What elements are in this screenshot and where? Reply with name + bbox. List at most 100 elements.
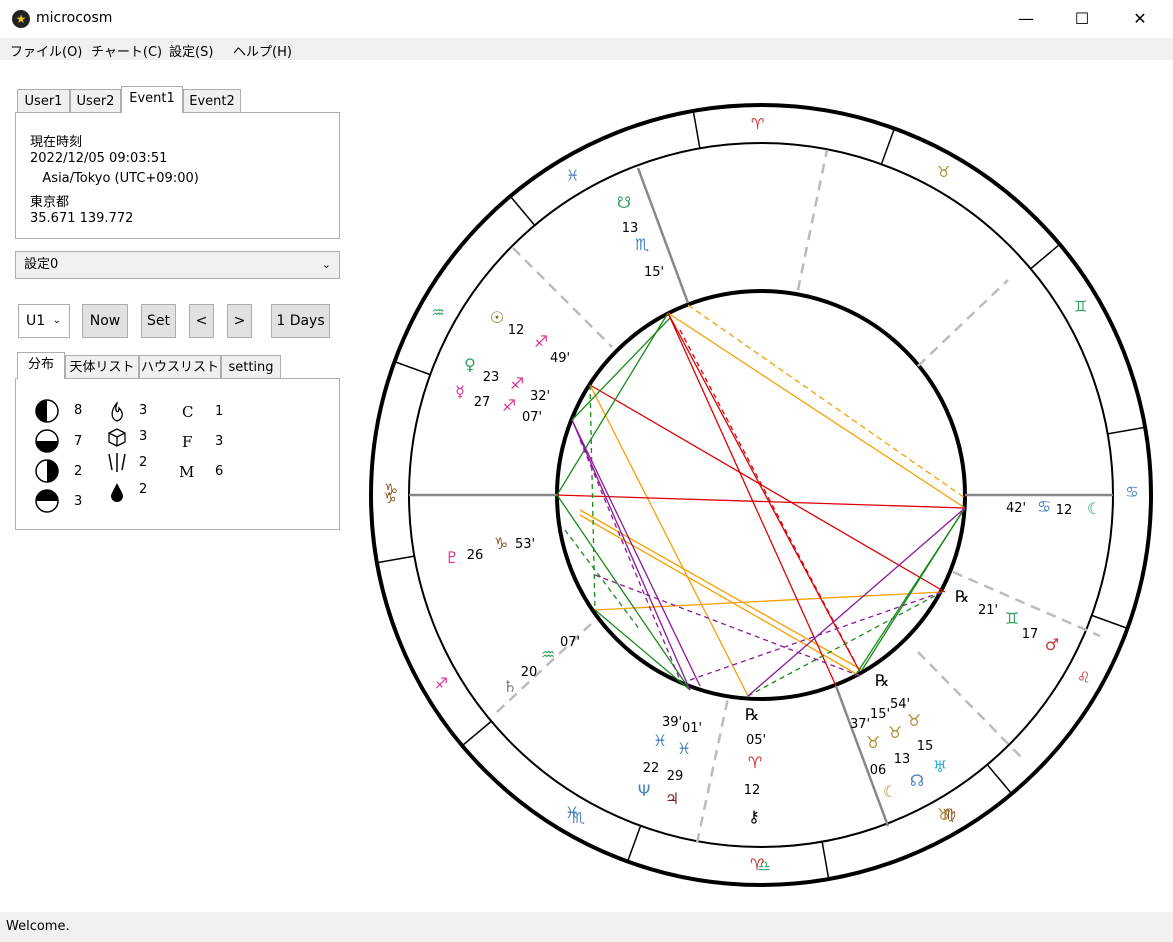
distribution-icons (35, 399, 126, 513)
title-bar: ★ microcosm — ☐ ✕ (0, 0, 1173, 38)
menu-help[interactable]: ヘルプ(H) (233, 41, 292, 60)
step-button[interactable]: 1 Days (271, 304, 330, 338)
water-icon (111, 483, 123, 502)
chart-label: ♉ (866, 733, 880, 752)
now-button[interactable]: Now (82, 304, 128, 338)
chart-planet-labels: ♈♓42' ♋ 12 ☾21' ♊17♂℞℞54'15'37' ♉♉♉ 151306 ♅☊☾♉… (384, 193, 1101, 874)
tab-user2[interactable]: User2 (70, 89, 121, 113)
house-cusp (695, 697, 730, 844)
chart-label: ♐ (510, 374, 524, 393)
chart-label: 23 (483, 370, 500, 385)
chart-label: 37' (850, 717, 870, 732)
chevron-down-icon: ⌄ (321, 258, 331, 271)
set-button[interactable]: Set (141, 304, 176, 338)
chart-label: ♀ (464, 355, 476, 374)
tab-event2[interactable]: Event2 (183, 89, 241, 113)
tab-user1[interactable]: User1 (17, 89, 70, 113)
chart-label: ☉ (490, 308, 504, 327)
hemisphere-east-icon (35, 399, 59, 423)
tab-event1[interactable]: Event1 (121, 86, 183, 113)
chart-label: 42' (1006, 501, 1026, 516)
user-select-value: U1 (26, 313, 46, 329)
water-count: 2 (139, 482, 148, 497)
house-cusp (796, 149, 829, 291)
tab-distribution[interactable]: 分布 (17, 352, 65, 379)
house-cusp (512, 247, 613, 348)
settings-dropdown-value: 設定0 (24, 257, 59, 272)
chart-label: ☿ (455, 382, 465, 401)
menu-chart[interactable]: チャート(C) (91, 41, 162, 60)
mc-line (636, 167, 690, 304)
ic-line (834, 685, 890, 827)
next-button[interactable]: > (227, 304, 252, 338)
event-coords: 35.671 139.772 (30, 211, 134, 226)
chart-label: 05' (746, 733, 766, 748)
chart-label: ☋ (617, 193, 631, 212)
zodiac-divider (1091, 614, 1128, 630)
chart-label: 21' (978, 603, 998, 618)
chart-label: ℞ (955, 587, 969, 606)
zodiac-sign-glyph: ♊ (1074, 298, 1087, 316)
tab-planet-list[interactable]: 天体リスト (65, 355, 139, 379)
chart-label: 27 (474, 395, 491, 410)
zodiac-divider (376, 555, 415, 564)
zodiac-divider (1107, 426, 1146, 435)
earth-count: 3 (139, 429, 148, 444)
chart-label: ☾ (883, 782, 897, 801)
menu-settings[interactable]: 設定(S) (169, 41, 213, 60)
zodiac-sign-glyph: ♐ (435, 674, 448, 692)
tab-setting[interactable]: setting (221, 355, 281, 379)
zodiac-sign-glyph: ♑ (383, 489, 396, 507)
minimize-button[interactable]: — (1003, 0, 1049, 38)
zodiac-divider (394, 360, 431, 376)
fixed-label: F (182, 433, 193, 451)
chart-label: 06 (870, 763, 887, 778)
hemisphere-east-count: 8 (74, 403, 83, 418)
zodiac-divider (509, 195, 536, 226)
chart-label: 15' (644, 265, 664, 280)
zodiac-divider (1030, 243, 1061, 270)
settings-dropdown[interactable]: 設定0 ⌄ (15, 251, 340, 279)
zodiac-divider (880, 128, 896, 165)
maximize-button[interactable]: ☐ (1059, 0, 1105, 38)
chart-label: ♑ (384, 480, 398, 499)
hemisphere-north-count: 3 (74, 494, 83, 509)
chart-label: 12 (744, 783, 761, 798)
zodiac-dividers: ♋ ♊ ♉ ♈ ♓ ♒ ♑ ♐ ♏ ♎ ♍ ♌ (376, 110, 1146, 880)
chart-label: 54' (890, 697, 910, 712)
chart-label: ♓ (677, 739, 691, 758)
event-label: 現在時刻 (30, 135, 83, 150)
tab-house-list[interactable]: ハウスリスト (139, 355, 221, 379)
zodiac-inner-circle (408, 142, 1114, 848)
hemisphere-west-count: 2 (74, 464, 83, 479)
fire-count: 3 (139, 403, 148, 418)
hemisphere-west-icon (35, 459, 59, 483)
chart-label: 07' (522, 410, 542, 425)
chart-label: ♐ (534, 332, 548, 351)
chart-label: 29 (667, 769, 684, 784)
chart-label: ♒ (541, 645, 555, 664)
house-cusp (952, 570, 1101, 638)
chart-label: 39' (662, 715, 682, 730)
close-button[interactable]: ✕ (1117, 0, 1163, 38)
chart-label: 15' (870, 707, 890, 722)
prev-button[interactable]: < (189, 304, 214, 338)
chart-label: ⚷ (748, 807, 760, 826)
menu-file[interactable]: ファイル(O) (10, 41, 82, 60)
menu-bar: ファイル(O) チャート(C) 設定(S) ヘルプ(H) (0, 38, 1173, 60)
zodiac-sign-glyph: ♍ (943, 806, 956, 824)
outer-circle (369, 103, 1153, 887)
zodiac-sign-glyph: ♋ (1125, 483, 1138, 501)
air-count: 2 (139, 455, 148, 470)
zodiac-sign-glyph: ♎ (758, 857, 771, 875)
mutable-label: M (179, 463, 195, 481)
chart-label: ♈ (748, 753, 762, 772)
chart-label: ☊ (910, 771, 924, 790)
chart-label: 32' (530, 389, 550, 404)
chart-label: Ψ (638, 781, 651, 800)
status-text: Welcome. (6, 919, 70, 934)
chart-label: ♏ (635, 235, 649, 254)
user-select[interactable]: U1 ⌄ (18, 304, 70, 338)
chart-label: 20 (521, 665, 538, 680)
chart-label: ℞ (875, 671, 889, 690)
